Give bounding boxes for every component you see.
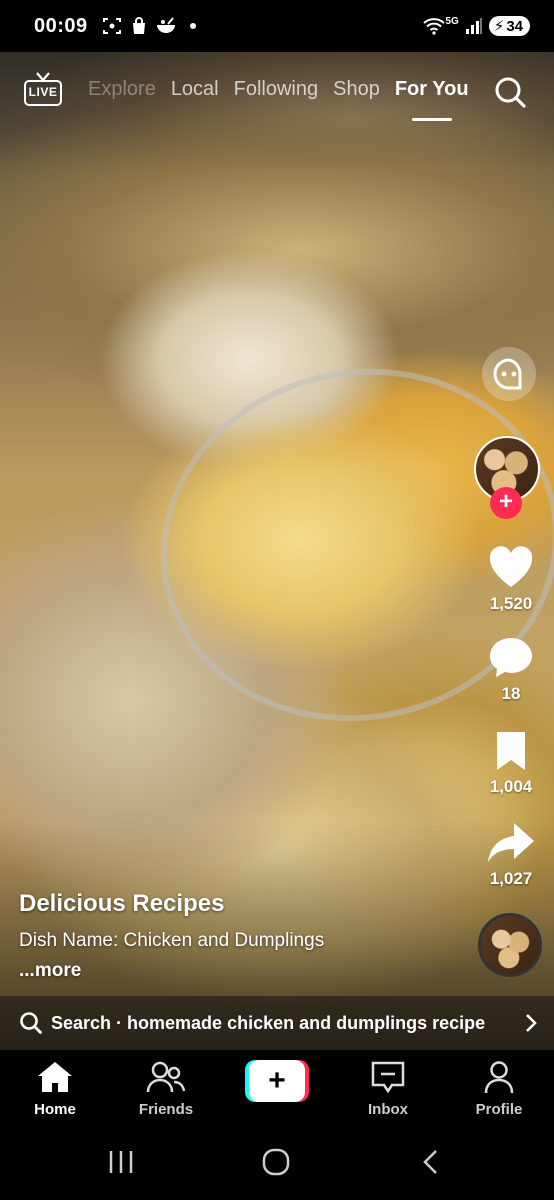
plus-icon: + xyxy=(249,1060,305,1102)
heart-icon xyxy=(489,546,533,587)
creator-name[interactable]: Delicious Recipes xyxy=(19,890,459,918)
nav-inbox[interactable]: Inbox xyxy=(343,1060,433,1118)
status-right-icons: 5G ⚡ 34 xyxy=(423,16,530,36)
live-label: LIVE xyxy=(24,80,62,106)
network-type: 5G xyxy=(445,15,459,27)
back-icon[interactable] xyxy=(420,1148,440,1176)
tab-local[interactable]: Local xyxy=(171,78,219,101)
profile-icon xyxy=(484,1061,514,1094)
like-count: 1,520 xyxy=(489,594,533,613)
comment-icon xyxy=(490,638,532,677)
tab-shop[interactable]: Shop xyxy=(333,78,380,101)
wifi-icon xyxy=(423,18,446,35)
shopping-bag-icon xyxy=(132,17,145,34)
battery-indicator: ⚡ 34 xyxy=(488,16,530,36)
live-button[interactable]: LIVE xyxy=(24,72,62,108)
nav-profile-label: Profile xyxy=(475,1101,523,1118)
nav-home[interactable]: Home xyxy=(10,1060,100,1118)
feed-tabs: Explore Local Following Shop For You xyxy=(88,78,469,121)
friends-icon xyxy=(146,1061,186,1093)
status-time: 00:09 xyxy=(34,14,88,37)
bottom-nav: Home Friends + Inbox Profile xyxy=(0,1050,554,1126)
like-button[interactable]: 1,520 xyxy=(478,545,544,614)
chevron-right-icon xyxy=(526,1014,537,1032)
screenshot-icon xyxy=(102,18,121,34)
share-count: 1,027 xyxy=(489,869,533,888)
inbox-icon xyxy=(371,1061,405,1094)
ai-assistant-icon xyxy=(493,358,522,390)
tab-following[interactable]: Following xyxy=(234,78,318,101)
create-button[interactable]: + xyxy=(245,1060,309,1102)
nav-inbox-label: Inbox xyxy=(368,1101,408,1118)
nav-friends-label: Friends xyxy=(138,1101,194,1118)
comment-button[interactable]: 18 xyxy=(478,635,544,704)
more-link[interactable]: ...more xyxy=(19,960,459,982)
tab-for-you[interactable]: For You xyxy=(395,78,469,121)
nav-friends[interactable]: Friends xyxy=(121,1060,211,1118)
search-suggestion-text: Search · homemade chicken and dumplings … xyxy=(51,1012,486,1033)
search-suggestion-bar[interactable]: Search · homemade chicken and dumplings … xyxy=(0,996,554,1050)
share-arrow-icon xyxy=(488,823,534,862)
share-button[interactable]: 1,027 xyxy=(478,820,544,889)
bookmark-button[interactable]: 1,004 xyxy=(478,728,544,797)
ai-assistant-button[interactable] xyxy=(482,347,536,401)
charging-icon: ⚡ xyxy=(493,18,505,35)
recent-apps-icon[interactable] xyxy=(108,1148,134,1176)
music-disc[interactable] xyxy=(478,913,542,977)
bookmark-count: 1,004 xyxy=(489,777,533,796)
top-nav: LIVE Explore Local Following Shop For Yo… xyxy=(0,66,554,126)
nav-home-label: Home xyxy=(34,1101,76,1118)
status-bar: 00:09 5G ⚡ 34 xyxy=(0,0,554,52)
search-icon xyxy=(20,1012,42,1034)
home-icon xyxy=(38,1062,72,1092)
video-caption: Delicious Recipes Dish Name: Chicken and… xyxy=(19,890,459,982)
battery-level: 34 xyxy=(506,17,523,35)
search-icon[interactable] xyxy=(492,74,528,110)
bookmark-icon xyxy=(497,732,525,770)
nav-profile[interactable]: Profile xyxy=(454,1060,544,1118)
system-nav-bar xyxy=(0,1126,554,1200)
notification-dot xyxy=(189,23,196,29)
status-left-icons xyxy=(102,17,196,35)
tab-explore[interactable]: Explore xyxy=(88,78,156,101)
food-bowl-icon xyxy=(156,17,175,33)
follow-plus-icon[interactable]: + xyxy=(490,487,522,519)
signal-icon xyxy=(465,18,482,34)
video-description: Dish Name: Chicken and Dumplings xyxy=(19,930,325,951)
comment-count: 18 xyxy=(501,684,521,703)
home-circle-icon[interactable] xyxy=(262,1148,290,1176)
